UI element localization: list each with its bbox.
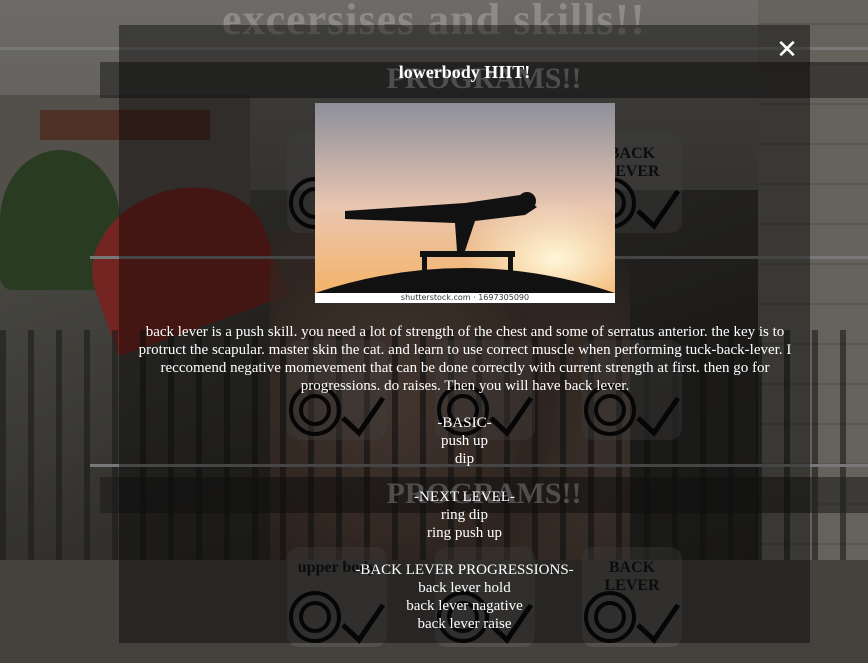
skill-description: back lever is a push skill. you need a l… bbox=[138, 324, 792, 394]
exercise-item: back lever raise bbox=[417, 616, 512, 632]
exercise-item: push up bbox=[440, 433, 489, 449]
planche-silhouette-image bbox=[315, 103, 615, 293]
section-heading: -NEXT LEVEL- bbox=[414, 489, 515, 505]
exercise-item: ring push up bbox=[427, 525, 502, 541]
modal-title: lowerbody HIIT! bbox=[398, 62, 531, 82]
exercise-section: -BACK LEVER PROGRESSIONS- back lever hol… bbox=[119, 561, 810, 633]
exercise-item: back lever hold bbox=[418, 580, 511, 596]
image-caption: shutterstock.com · 1697305090 bbox=[400, 293, 530, 302]
close-icon[interactable]: ✕ bbox=[772, 35, 802, 65]
exercise-section: -BASIC- push up dip bbox=[119, 414, 810, 468]
section-heading: -BASIC- bbox=[437, 415, 492, 431]
exercise-item: dip bbox=[454, 451, 475, 467]
section-heading: -BACK LEVER PROGRESSIONS- bbox=[355, 562, 574, 578]
exercise-section: -NEXT LEVEL- ring dip ring push up bbox=[119, 488, 810, 542]
exercise-item: back lever nagative bbox=[406, 598, 523, 614]
skill-image: shutterstock.com · 1697305090 bbox=[315, 103, 615, 303]
exercise-item: ring dip bbox=[440, 507, 489, 523]
